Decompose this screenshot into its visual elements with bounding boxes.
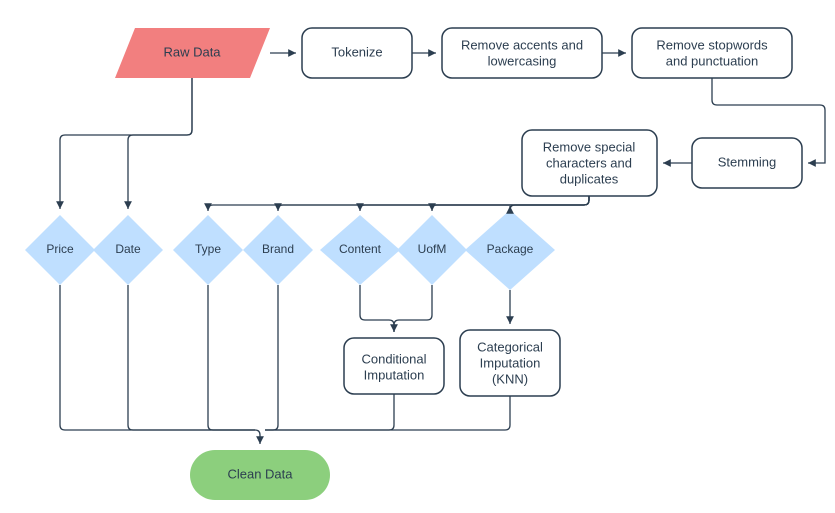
price-diamond: Price xyxy=(25,215,95,285)
remove-special-l3: duplicates xyxy=(560,171,619,186)
type-label: Type xyxy=(195,242,221,256)
remove-accents-l1: Remove accents and xyxy=(461,37,583,52)
conditional-l2: Imputation xyxy=(364,367,425,382)
content-diamond: Content xyxy=(320,215,400,285)
price-label: Price xyxy=(46,242,74,256)
categorical-l1: Categorical xyxy=(477,339,543,354)
tokenize-node: Tokenize xyxy=(302,28,412,78)
date-label: Date xyxy=(115,242,141,256)
stemming-label: Stemming xyxy=(718,154,777,169)
package-label: Package xyxy=(487,242,534,256)
content-label: Content xyxy=(339,242,382,256)
uofm-label: UofM xyxy=(418,242,447,256)
categorical-l2: Imputation xyxy=(480,355,541,370)
tokenize-label: Tokenize xyxy=(331,44,382,59)
remove-accents-node: Remove accents and lowercasing xyxy=(442,28,602,78)
remove-special-l2: characters and xyxy=(546,155,632,170)
stemming-node: Stemming xyxy=(692,138,802,188)
remove-stopwords-l2: and punctuation xyxy=(666,53,759,68)
remove-stopwords-node: Remove stopwords and punctuation xyxy=(632,28,792,78)
remove-special-node: Remove special characters and duplicates xyxy=(522,130,657,196)
brand-label: Brand xyxy=(262,242,294,256)
conditional-l1: Conditional xyxy=(361,351,426,366)
clean-data-label: Clean Data xyxy=(227,466,293,481)
package-diamond: Package xyxy=(465,210,555,290)
categorical-imputation-node: Categorical Imputation (KNN) xyxy=(460,330,560,396)
remove-stopwords-l1: Remove stopwords xyxy=(656,37,768,52)
brand-diamond: Brand xyxy=(243,215,313,285)
date-diamond: Date xyxy=(93,215,163,285)
raw-data-label: Raw Data xyxy=(163,44,221,59)
uofm-diamond: UofM xyxy=(397,215,467,285)
remove-accents-l2: lowercasing xyxy=(488,53,557,68)
conditional-imputation-node: Conditional Imputation xyxy=(344,338,444,394)
type-diamond: Type xyxy=(173,215,243,285)
categorical-l3: (KNN) xyxy=(492,371,528,386)
remove-special-l1: Remove special xyxy=(543,139,636,154)
clean-data-node: Clean Data xyxy=(190,450,330,500)
raw-data-node: Raw Data xyxy=(115,28,270,78)
